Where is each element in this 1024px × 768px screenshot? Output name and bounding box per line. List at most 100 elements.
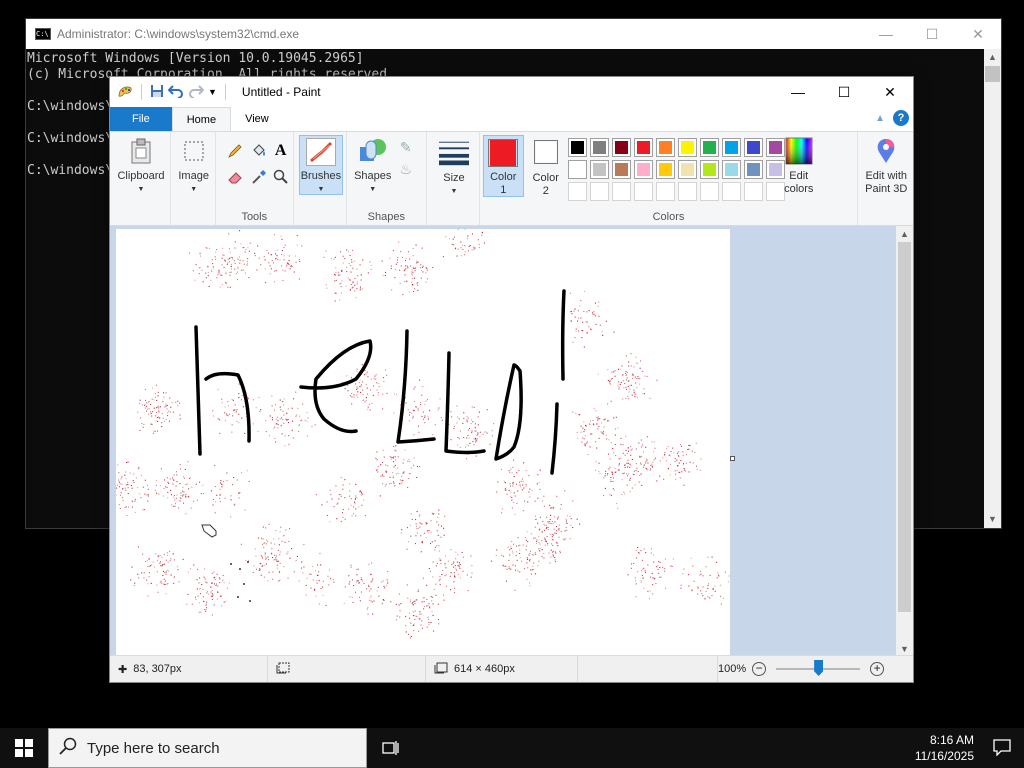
- canvas-workspace[interactable]: [110, 226, 897, 657]
- palette-swatch[interactable]: [721, 138, 741, 157]
- palette-swatch[interactable]: [743, 138, 763, 157]
- edit-colors-button[interactable]: Edit colors: [780, 136, 818, 196]
- help-icon[interactable]: ?: [893, 110, 909, 126]
- windows-logo-icon: [15, 739, 33, 757]
- palette-swatch[interactable]: [743, 160, 763, 179]
- palette-empty-swatch[interactable]: [611, 182, 631, 201]
- color-spectrum-icon: [784, 136, 814, 166]
- undo-icon[interactable]: [167, 84, 184, 101]
- palette-swatch[interactable]: [655, 138, 675, 157]
- scroll-up-icon[interactable]: ▲: [984, 49, 1001, 66]
- palette-swatch[interactable]: [655, 160, 675, 179]
- paint-close-button[interactable]: ✕: [867, 77, 913, 107]
- task-view-icon: [382, 741, 399, 755]
- magnifier-icon[interactable]: [272, 168, 290, 186]
- palette-swatch[interactable]: [611, 138, 631, 157]
- shapes-button[interactable]: Shapes ▼: [351, 136, 395, 196]
- image-button[interactable]: Image ▼: [175, 136, 213, 196]
- zoom-in-icon[interactable]: +: [870, 662, 885, 676]
- chevron-down-icon: ▼: [369, 186, 377, 193]
- paint-title-bar[interactable]: ▼ Untitled - Paint — ☐ ✕: [110, 77, 913, 107]
- cursor-dots: [230, 561, 251, 602]
- palette-empty-swatch[interactable]: [677, 182, 697, 201]
- color-picker-icon[interactable]: [250, 168, 268, 186]
- chevron-down-icon: ▼: [137, 186, 145, 193]
- scroll-up-icon[interactable]: ▲: [896, 226, 913, 242]
- eraser-icon[interactable]: [226, 168, 244, 186]
- start-button[interactable]: [0, 728, 48, 768]
- ribbon: Clipboard ▼ Image ▼ A Tools Brushes ▼ Sh…: [110, 131, 913, 226]
- palette-swatch[interactable]: [567, 138, 587, 157]
- color2-button[interactable]: Color 2: [526, 138, 566, 198]
- palette-swatch[interactable]: [699, 160, 719, 179]
- image-group: Image ▼: [171, 132, 216, 225]
- fill-bucket-icon[interactable]: [250, 142, 268, 160]
- palette-swatch[interactable]: [699, 138, 719, 157]
- palette-empty-swatch[interactable]: [699, 182, 719, 201]
- tab-home[interactable]: Home: [171, 107, 232, 131]
- palette-swatch[interactable]: [677, 160, 697, 179]
- cmd-title-bar[interactable]: C:\ Administrator: C:\windows\system32\c…: [26, 19, 1001, 49]
- cmd-minimize-button[interactable]: —: [863, 19, 909, 49]
- palette-swatch[interactable]: [633, 160, 653, 179]
- save-icon[interactable]: [150, 84, 164, 101]
- pencil-icon[interactable]: [226, 142, 244, 160]
- size-button[interactable]: Size ▼: [432, 138, 476, 198]
- fill-icon[interactable]: ♨: [397, 160, 415, 178]
- paint-window[interactable]: ▼ Untitled - Paint — ☐ ✕ File Home View …: [109, 76, 914, 683]
- palette-swatch[interactable]: [633, 138, 653, 157]
- palette-swatch[interactable]: [721, 160, 741, 179]
- drawing-canvas[interactable]: [110, 226, 735, 656]
- paint-maximize-button[interactable]: ☐: [821, 77, 867, 107]
- zoom-slider[interactable]: [776, 660, 861, 676]
- palette-swatch[interactable]: [589, 138, 609, 157]
- palette-empty-swatch[interactable]: [743, 182, 763, 201]
- cmd-close-button[interactable]: ✕: [955, 19, 1001, 49]
- canvas-scroll-thumb[interactable]: [898, 242, 911, 612]
- system-clock[interactable]: 8:16 AM 11/16/2025: [915, 732, 974, 764]
- redo-icon[interactable]: [188, 84, 205, 101]
- edit-with-paint3d-button[interactable]: Edit with Paint 3D: [860, 136, 912, 196]
- palette-empty-swatch[interactable]: [721, 182, 741, 201]
- cursor-position: 83, 307px: [133, 663, 182, 675]
- color2-number: 2: [542, 185, 549, 197]
- palette-empty-swatch[interactable]: [567, 182, 587, 201]
- chevron-down-icon: ▼: [190, 186, 198, 193]
- zoom-out-icon[interactable]: −: [752, 662, 767, 676]
- clipboard-button[interactable]: Clipboard ▼: [114, 136, 168, 196]
- palette-swatch[interactable]: [677, 138, 697, 157]
- cmd-maximize-button[interactable]: ☐: [909, 19, 955, 49]
- palette-empty-swatch[interactable]: [589, 182, 609, 201]
- clipboard-label: Clipboard: [117, 170, 165, 182]
- brushes-button[interactable]: Brushes ▼: [298, 135, 343, 195]
- canvas-resize-handle-right[interactable]: [730, 456, 735, 461]
- task-view-button[interactable]: [367, 728, 415, 768]
- cmd-scroll-thumb[interactable]: [985, 66, 1000, 82]
- tab-view[interactable]: View: [231, 107, 283, 131]
- canvas-vertical-scrollbar[interactable]: ▲ ▼: [896, 226, 913, 657]
- outline-icon[interactable]: ✎: [397, 138, 415, 156]
- color1-button[interactable]: Color 1: [482, 135, 524, 197]
- tab-file[interactable]: File: [110, 107, 172, 131]
- palette-empty-swatch[interactable]: [633, 182, 653, 201]
- qat-dropdown-icon[interactable]: ▼: [208, 87, 217, 97]
- color1-number: 1: [500, 184, 507, 196]
- shapes-group: Shapes ▼ ✎ ♨ Shapes: [347, 132, 427, 225]
- clock-date: 11/16/2025: [914, 749, 974, 763]
- paint-minimize-button[interactable]: —: [775, 77, 821, 107]
- notification-icon[interactable]: [992, 738, 1012, 757]
- taskbar-search-box[interactable]: Type here to search: [48, 728, 367, 768]
- shapes-label: Shapes: [354, 170, 392, 182]
- zoom-slider-thumb[interactable]: [814, 660, 824, 676]
- scroll-down-icon[interactable]: ▼: [984, 511, 1001, 528]
- palette-empty-swatch[interactable]: [655, 182, 675, 201]
- palette-swatch[interactable]: [611, 160, 631, 179]
- search-icon: [59, 737, 77, 759]
- image-size: 614 × 460px: [454, 663, 515, 675]
- edit-colors-label-2: colors: [784, 183, 814, 195]
- cmd-scrollbar[interactable]: ▲ ▼: [984, 49, 1001, 528]
- palette-swatch[interactable]: [589, 160, 609, 179]
- collapse-ribbon-icon[interactable]: ▲: [875, 113, 885, 124]
- text-tool-icon[interactable]: A: [272, 142, 290, 160]
- palette-swatch[interactable]: [567, 160, 587, 179]
